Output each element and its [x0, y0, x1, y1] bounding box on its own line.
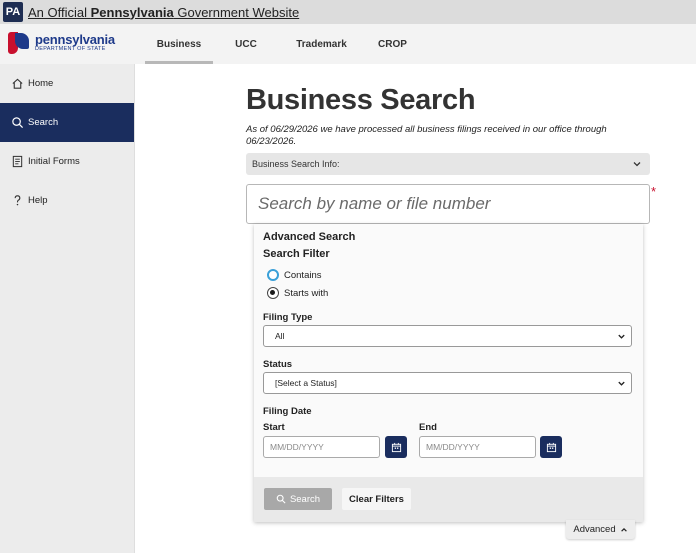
banner-state: Pennsylvania [90, 4, 174, 20]
tab-crop[interactable]: CROP [364, 24, 421, 64]
tab-trademark[interactable]: Trademark [279, 24, 364, 64]
banner-suffix: Government Website [173, 4, 300, 20]
sidebar: Home Search Initial Forms Help [0, 64, 135, 553]
info-bar-label: Business Search Info: [252, 159, 340, 169]
sidebar-item-help[interactable]: Help [0, 181, 134, 220]
sidebar-item-home[interactable]: Home [0, 64, 134, 103]
chevron-up-icon [620, 527, 627, 532]
help-icon [10, 194, 24, 208]
calendar-icon [546, 442, 556, 452]
search-icon [10, 116, 24, 130]
sidebar-item-label: Initial Forms [28, 156, 80, 167]
sidebar-item-label: Help [28, 195, 48, 206]
end-date-input[interactable] [419, 436, 536, 458]
top-tabs: Business UCC Trademark CROP [145, 24, 421, 64]
end-date-calendar-button[interactable] [540, 436, 562, 458]
page-title: Business Search [246, 84, 476, 116]
filing-type-select[interactable]: All [263, 325, 632, 347]
tab-business[interactable]: Business [145, 24, 213, 64]
business-search-info-toggle[interactable]: Business Search Info: [246, 153, 650, 175]
status-select[interactable]: [Select a Status] [263, 372, 632, 394]
search-filter-title: Search Filter [263, 248, 330, 260]
processing-notice: As of 06/29/2026 we have processed all b… [246, 124, 607, 147]
clear-filters-button[interactable]: Clear Filters [342, 488, 411, 510]
logo-text: pennsylvania DEPARTMENT OF STATE [35, 33, 115, 53]
radio-label: Contains [284, 269, 322, 281]
filing-type-value: All [275, 331, 285, 341]
advanced-search-footer: Search Clear Filters [254, 477, 643, 522]
advanced-search-panel: Advanced Search Search Filter Contains S… [254, 224, 643, 522]
filter-contains-option[interactable]: Contains [267, 269, 322, 281]
sidebar-item-label: Home [28, 78, 54, 89]
start-date-label: Start [263, 422, 285, 433]
filing-type-label: Filing Type [263, 312, 313, 323]
search-icon [276, 494, 286, 504]
status-value: [Select a Status] [275, 378, 337, 388]
search-button[interactable]: Search [264, 488, 332, 510]
logo-line1: pennsylvania [35, 32, 115, 48]
official-website-link[interactable]: An Official Pennsylvania Government Webs… [28, 5, 299, 20]
advanced-search-title: Advanced Search [263, 231, 356, 243]
starts-with-radio[interactable] [267, 287, 279, 299]
sidebar-item-label: Search [28, 117, 59, 128]
pa-dos-logo[interactable]: pennsylvania DEPARTMENT OF STATE [6, 30, 115, 56]
sidebar-item-search[interactable]: Search [0, 103, 134, 142]
advanced-toggle-label: Advanced [573, 524, 616, 535]
required-indicator: * [651, 184, 657, 199]
start-date-input[interactable] [263, 436, 380, 458]
radio-label: Starts with [284, 287, 329, 299]
logo-line2: DEPARTMENT OF STATE [35, 46, 106, 53]
contains-radio[interactable] [267, 269, 279, 281]
advanced-toggle-button[interactable]: Advanced [566, 520, 635, 539]
filing-date-label: Filing Date [263, 406, 312, 417]
keystone-logo-icon [6, 30, 32, 56]
filter-starts-with-option[interactable]: Starts with [267, 287, 328, 299]
chevron-down-icon [618, 334, 625, 339]
chevron-down-icon [618, 381, 625, 386]
chevron-down-icon [632, 159, 642, 169]
pa-badge-icon: PA [3, 2, 23, 22]
home-icon [10, 77, 24, 91]
start-date-calendar-button[interactable] [385, 436, 407, 458]
official-website-banner: PA An Official Pennsylvania Government W… [0, 0, 696, 24]
status-label: Status [263, 359, 293, 370]
search-input[interactable] [246, 184, 650, 224]
banner-prefix: An Official [28, 4, 91, 20]
calendar-icon [391, 442, 401, 452]
search-button-label: Search [289, 493, 321, 505]
site-header: pennsylvania DEPARTMENT OF STATE Busines… [0, 24, 696, 64]
sidebar-item-initial-forms[interactable]: Initial Forms [0, 142, 134, 181]
forms-icon [10, 155, 24, 169]
tab-ucc[interactable]: UCC [213, 24, 279, 64]
end-date-label: End [419, 422, 437, 433]
